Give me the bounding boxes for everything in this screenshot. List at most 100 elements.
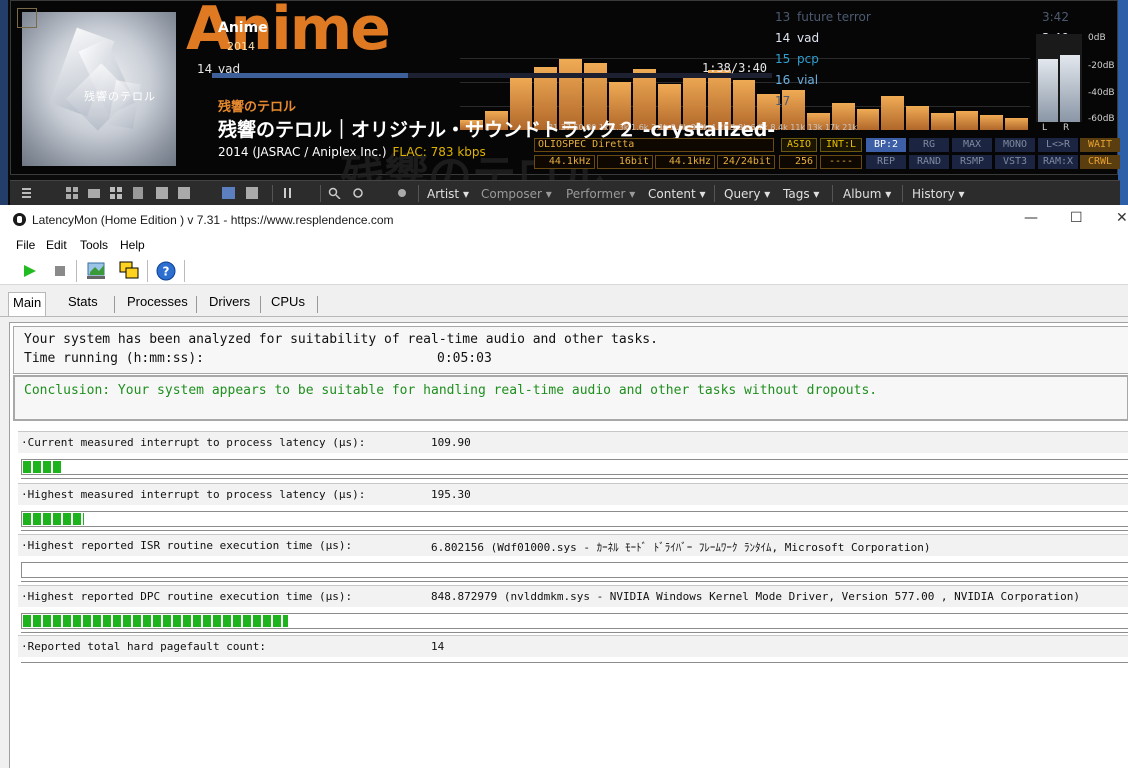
metric-value: 6.802156 (Wdf01000.sys - ｶｰﾈﾙ ﾓｰﾄﾞ ﾄﾞﾗｲﾊ… — [431, 541, 931, 554]
playlist-row[interactable]: 14vad3:40 — [772, 29, 1072, 50]
mono-button[interactable]: MONO — [995, 138, 1035, 152]
stop-icon[interactable] — [49, 260, 71, 282]
menu-composer[interactable]: Composer ▾ — [481, 187, 552, 201]
menu-tools[interactable]: Tools — [80, 238, 108, 252]
int-button[interactable]: INT:L — [820, 138, 862, 152]
menu-performer[interactable]: Performer ▾ — [566, 187, 635, 201]
resample-button[interactable]: RSMP — [952, 155, 992, 169]
crawl-button[interactable]: CRWL — [1080, 155, 1120, 169]
seek-bar[interactable] — [212, 73, 772, 78]
menu-file[interactable]: File — [16, 238, 35, 252]
playlist-row[interactable]: 16vial2:05 — [772, 71, 1072, 92]
tab-main[interactable]: Main — [8, 292, 47, 316]
menu-content[interactable]: Content ▾ — [648, 187, 706, 201]
processes-icon[interactable] — [85, 260, 107, 282]
grid-view-icon[interactable] — [110, 187, 123, 199]
metric-label: ·Highest reported ISR routine execution … — [21, 539, 353, 552]
buffer-size: 256 — [779, 155, 817, 169]
tab-stats[interactable]: Stats — [64, 294, 102, 309]
metric-header: ·Reported total hard pagefault count: 14 — [18, 635, 1128, 657]
max-button[interactable]: MAX — [952, 138, 992, 152]
spectrum-bar — [1005, 118, 1028, 130]
genre-label: Anime — [218, 20, 268, 36]
vu-left-channel — [1038, 58, 1058, 122]
vu-right-channel — [1060, 55, 1080, 122]
tab-processes[interactable]: Processes — [123, 294, 192, 309]
db-label: -60dB — [1088, 114, 1115, 124]
queue-view-icon[interactable] — [246, 187, 259, 199]
menu-query[interactable]: Query ▾ — [724, 187, 770, 201]
tab-separator — [114, 296, 115, 313]
output-sample-rate: 44.1kHz — [655, 155, 715, 169]
menu-artist[interactable]: Artist ▾ — [427, 187, 469, 201]
playlist-row[interactable]: 13 future terror 3:42 — [772, 8, 1072, 29]
toolbar-separator — [76, 260, 77, 282]
menu-bar: File Edit Tools Help — [0, 235, 1128, 255]
menu-history[interactable]: History ▾ — [912, 187, 965, 201]
conclusion-text: Conclusion: Your system appears to be su… — [24, 383, 878, 398]
menu-edit[interactable]: Edit — [46, 238, 67, 252]
metric-divider — [21, 478, 1128, 479]
playlist-track-number: 16 — [775, 73, 791, 87]
metric-header: ·Current measured interrupt to process l… — [18, 431, 1128, 453]
album-short-title: 残響のテロル — [218, 100, 297, 115]
bp-button[interactable]: BP:2 — [866, 138, 906, 152]
spectrum-bar — [930, 112, 954, 130]
search-icon[interactable] — [328, 187, 341, 199]
minimize-icon[interactable]: — — [1024, 210, 1038, 226]
tag-search-icon[interactable] — [396, 187, 409, 199]
album-cover[interactable]: 残響のテロル — [22, 12, 176, 166]
playlist-track-title: vad — [797, 31, 820, 45]
menu-album[interactable]: Album ▾ — [843, 187, 891, 201]
windows-icon[interactable] — [118, 260, 140, 282]
advanced-search-icon[interactable] — [352, 187, 365, 199]
player-toolbar: Artist ▾ Composer ▾ Performer ▾ Content … — [10, 180, 1120, 205]
random-button[interactable]: RAND — [909, 155, 949, 169]
menu-history-label: History — [912, 187, 955, 201]
play-icon[interactable] — [19, 260, 41, 282]
playlist-row[interactable]: 15pcp3:13 — [772, 50, 1072, 71]
menu-help[interactable]: Help — [120, 238, 145, 252]
asio-button[interactable]: ASIO — [781, 138, 817, 152]
ram-button[interactable]: RAM:X — [1038, 155, 1078, 169]
input-bit-depth: 16bit — [597, 155, 653, 169]
db-label: -40dB — [1088, 88, 1115, 98]
metric-value: 195.30 — [431, 488, 471, 501]
time-position: 1:38/3:40 — [702, 61, 768, 75]
metric-bar — [21, 511, 1128, 527]
repeat-button[interactable]: REP — [866, 155, 906, 169]
tab-cpus[interactable]: CPUs — [267, 294, 309, 309]
help-icon[interactable]: ? — [155, 260, 177, 282]
metric-header: ·Highest reported ISR routine execution … — [18, 534, 1128, 556]
playlist[interactable]: 13future terror3:4214vad3:4015pcp3:1316v… — [772, 8, 1072, 113]
sort-icon[interactable] — [282, 187, 295, 199]
title-bar[interactable]: LatencyMon (Home Edition ) v 7.31 - http… — [0, 205, 1128, 235]
vst3-button[interactable]: VST3 — [995, 155, 1035, 169]
metric-label: ·Current measured interrupt to process l… — [21, 436, 366, 449]
app-icon[interactable] — [13, 213, 26, 226]
rg-button[interactable]: RG — [909, 138, 949, 152]
tab-drivers[interactable]: Drivers — [205, 294, 254, 309]
tree-view-icon[interactable] — [66, 187, 79, 199]
format-label: FLAC: 783 kbps — [392, 145, 486, 159]
playlist-view-icon[interactable] — [222, 187, 235, 199]
close-icon[interactable]: ✕ — [1116, 210, 1128, 226]
wait-button[interactable]: WAIT — [1080, 138, 1120, 152]
desktop-edge-left — [0, 0, 8, 205]
maximize-icon[interactable]: ☐ — [1070, 210, 1083, 226]
toolbar-separator — [272, 185, 273, 202]
split-view-icon[interactable] — [178, 187, 191, 199]
list-view-icon[interactable] — [132, 187, 145, 199]
metric-bar — [21, 459, 1128, 475]
menu-icon[interactable] — [22, 187, 35, 199]
svg-text:?: ? — [163, 265, 170, 279]
detail-view-icon[interactable] — [156, 187, 169, 199]
menu-tags[interactable]: Tags ▾ — [783, 187, 819, 201]
swap-channels-button[interactable]: L<>R — [1038, 138, 1078, 152]
input-sample-rate: 44.1kHz — [534, 155, 595, 169]
summary-text: Your system has been analyzed for suitab… — [24, 332, 658, 347]
folder-view-icon[interactable] — [88, 187, 101, 199]
tab-separator — [317, 296, 318, 313]
metric-bar — [21, 613, 1128, 629]
playlist-row[interactable]: 172:42 — [772, 92, 1072, 113]
